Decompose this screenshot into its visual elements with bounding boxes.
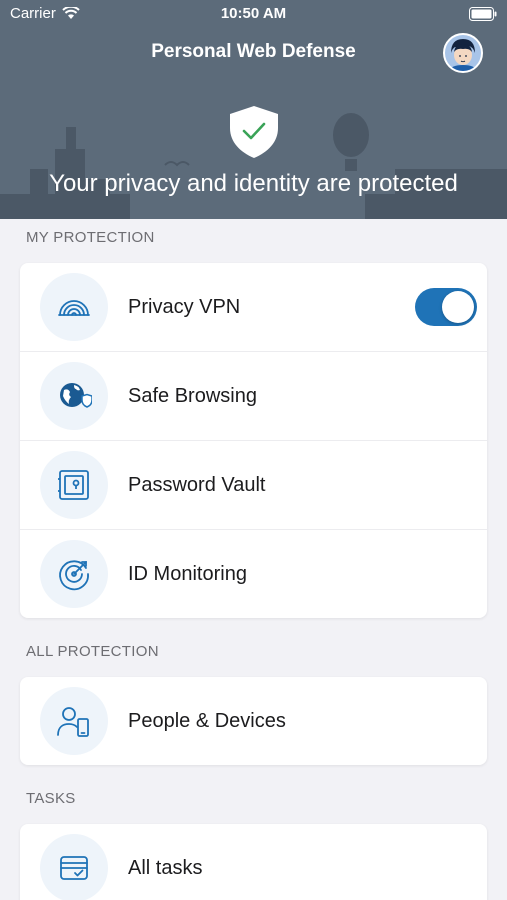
radar-icon bbox=[59, 560, 89, 591]
password-vault-icon-circle bbox=[40, 451, 108, 519]
tasks-card: All tasks bbox=[20, 824, 487, 900]
vpn-icon-circle bbox=[40, 273, 108, 341]
shield-check-icon bbox=[230, 106, 278, 158]
tasks-card-icon bbox=[60, 856, 88, 880]
all-tasks-icon-circle bbox=[40, 834, 108, 900]
id-monitoring-icon-circle bbox=[40, 540, 108, 608]
person-device-icon bbox=[57, 707, 89, 737]
page-title: Personal Web Defense bbox=[151, 41, 356, 62]
row-label-privacy-vpn: Privacy VPN bbox=[128, 295, 241, 318]
section-tasks-title: TASKS bbox=[26, 790, 76, 807]
my-protection-card: Privacy VPN Safe Browsing Password Vault… bbox=[20, 263, 487, 618]
row-label-all-tasks: All tasks bbox=[128, 857, 203, 879]
row-label-people-devices: People & Devices bbox=[128, 710, 286, 732]
row-all-tasks[interactable]: All tasks bbox=[20, 824, 487, 900]
row-label-id-monitoring: ID Monitoring bbox=[128, 563, 247, 585]
row-people-devices[interactable]: People & Devices bbox=[20, 677, 487, 765]
safe-browsing-icon-circle bbox=[40, 362, 108, 430]
status-time: 10:50 AM bbox=[220, 5, 287, 22]
row-label-password-vault: Password Vault bbox=[128, 473, 266, 496]
section-my-protection-title: MY PROTECTION bbox=[26, 229, 155, 246]
row-label-safe-browsing: Safe Browsing bbox=[128, 384, 257, 407]
toggle-knob bbox=[442, 291, 474, 323]
section-all-protection-title: ALL PROTECTION bbox=[26, 643, 159, 660]
user-avatar[interactable] bbox=[443, 33, 483, 73]
vault-icon bbox=[58, 470, 89, 500]
battery-icon bbox=[469, 7, 497, 21]
row-password-vault[interactable]: Password Vault bbox=[20, 441, 487, 530]
avatar-icon bbox=[449, 39, 477, 71]
protection-status-message: Your privacy and identity are protected bbox=[49, 170, 458, 197]
hero-header: Carrier 10:50 AM Personal Web Defense Yo… bbox=[0, 0, 507, 219]
people-devices-icon-circle bbox=[40, 687, 108, 755]
all-protection-card: People & Devices bbox=[20, 677, 487, 765]
privacy-vpn-toggle[interactable] bbox=[415, 288, 477, 326]
row-safe-browsing[interactable]: Safe Browsing bbox=[20, 352, 487, 441]
status-bar: Carrier 10:50 AM bbox=[0, 0, 507, 30]
row-id-monitoring[interactable]: ID Monitoring bbox=[20, 530, 487, 618]
globe-shield-icon bbox=[60, 383, 92, 408]
vpn-signal-icon bbox=[58, 300, 90, 316]
row-privacy-vpn[interactable]: Privacy VPN bbox=[20, 263, 487, 352]
